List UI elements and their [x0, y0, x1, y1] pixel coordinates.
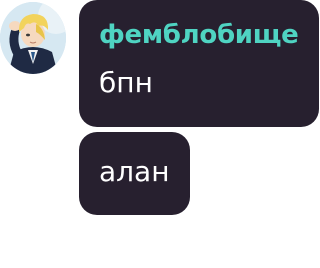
sender-name[interactable]: фемблобище [99, 20, 299, 50]
avatar[interactable] [0, 2, 66, 74]
message-text: алан [99, 155, 170, 188]
message-bubble[interactable]: алан [79, 132, 190, 215]
message-text: бпн [99, 66, 153, 99]
message-bubble[interactable]: фемблобище бпн [79, 0, 319, 127]
user-avatar-icon [0, 2, 66, 74]
